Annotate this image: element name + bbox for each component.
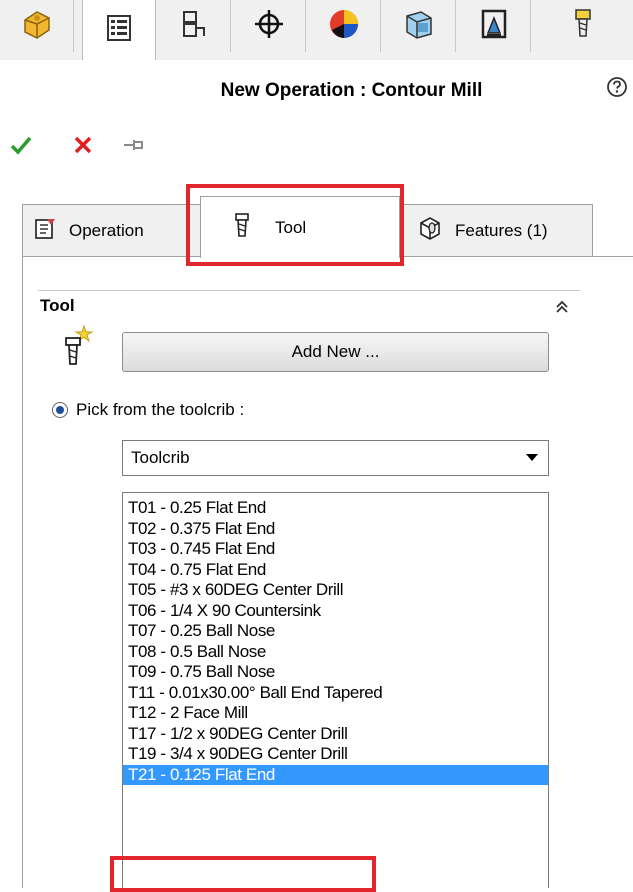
section-divider — [38, 290, 580, 291]
tool-list-item[interactable]: T19 - 3/4 x 90DEG Center Drill — [123, 744, 548, 765]
tool-list-item[interactable]: T05 - #3 x 60DEG Center Drill — [123, 580, 548, 601]
tool-list-item[interactable]: T06 - 1/4 X 90 Countersink — [123, 601, 548, 622]
tab-features[interactable]: Features (1) — [398, 204, 593, 256]
tool-list-item[interactable]: T01 - 0.25 Flat End — [123, 498, 548, 519]
toolcrib-select[interactable]: Toolcrib — [122, 440, 549, 476]
operations-tree-button[interactable] — [82, 0, 156, 60]
tool-list-item[interactable]: T07 - 0.25 Ball Nose — [123, 621, 548, 642]
tool-list-item[interactable]: T12 - 2 Face Mill — [123, 703, 548, 724]
coordinate-button[interactable] — [232, 0, 306, 52]
tool-list-item[interactable]: T04 - 0.75 Flat End — [123, 560, 548, 581]
setup-icon — [176, 6, 212, 47]
machine-button[interactable] — [457, 0, 531, 52]
close-icon[interactable] — [70, 132, 96, 163]
pick-from-toolcrib-label: Pick from the toolcrib : — [76, 400, 245, 419]
part-icon — [19, 6, 55, 47]
tab-operation[interactable]: Operation — [22, 204, 202, 256]
features-icon — [417, 215, 457, 246]
part-button[interactable] — [0, 0, 74, 52]
tool-list-item[interactable]: T09 - 0.75 Ball Nose — [123, 662, 548, 683]
new-tool-icon — [60, 324, 96, 368]
add-new-button[interactable]: Add New ... — [122, 332, 549, 372]
setup-button[interactable] — [157, 0, 231, 52]
tool-list-item[interactable]: T03 - 0.745 Flat End — [123, 539, 548, 560]
stock-button[interactable] — [382, 0, 456, 52]
tool-list-item[interactable]: T17 - 1/2 x 90DEG Center Drill — [123, 724, 548, 745]
tool-list-item[interactable]: T11 - 0.01x30.00° Ball End Tapered — [123, 683, 548, 704]
tool-section-title: Tool — [40, 296, 75, 315]
tool-icon — [229, 212, 269, 243]
tab-operation-label: Operation — [69, 220, 144, 240]
page-title: New Operation : Contour Mill — [220, 80, 483, 101]
tool-library-button[interactable] — [532, 0, 633, 52]
tab-tool[interactable]: Tool — [200, 196, 400, 258]
radio-button[interactable] — [52, 402, 68, 418]
check-icon[interactable] — [8, 132, 34, 163]
tab-features-label: Features (1) — [455, 220, 548, 240]
pick-from-toolcrib-radio[interactable]: Pick from the toolcrib : — [52, 400, 244, 420]
icon-toolbar — [0, 0, 633, 60]
pin-icon[interactable] — [120, 132, 146, 163]
chevron-down-icon[interactable] — [526, 454, 538, 461]
operations-tree-icon — [101, 10, 137, 51]
simulation-button[interactable] — [307, 0, 381, 52]
simulation-icon — [326, 6, 362, 47]
operation-icon — [33, 215, 73, 246]
tool-icon — [565, 6, 601, 47]
collapse-icon[interactable] — [553, 298, 571, 316]
crosshair-icon — [251, 6, 287, 47]
stock-icon — [401, 6, 437, 47]
help-icon[interactable] — [606, 76, 628, 98]
tool-list-item[interactable]: T08 - 0.5 Ball Nose — [123, 642, 548, 663]
tool-list[interactable]: T01 - 0.25 Flat End T02 - 0.375 Flat End T… — [122, 492, 549, 888]
toolcrib-select-value: Toolcrib — [131, 448, 190, 467]
tool-list-item[interactable]: T21 - 0.125 Flat End — [123, 764, 548, 785]
machine-icon — [476, 6, 512, 47]
tool-list-item[interactable]: T02 - 0.375 Flat End — [123, 519, 548, 540]
tab-tool-label: Tool — [275, 217, 307, 237]
